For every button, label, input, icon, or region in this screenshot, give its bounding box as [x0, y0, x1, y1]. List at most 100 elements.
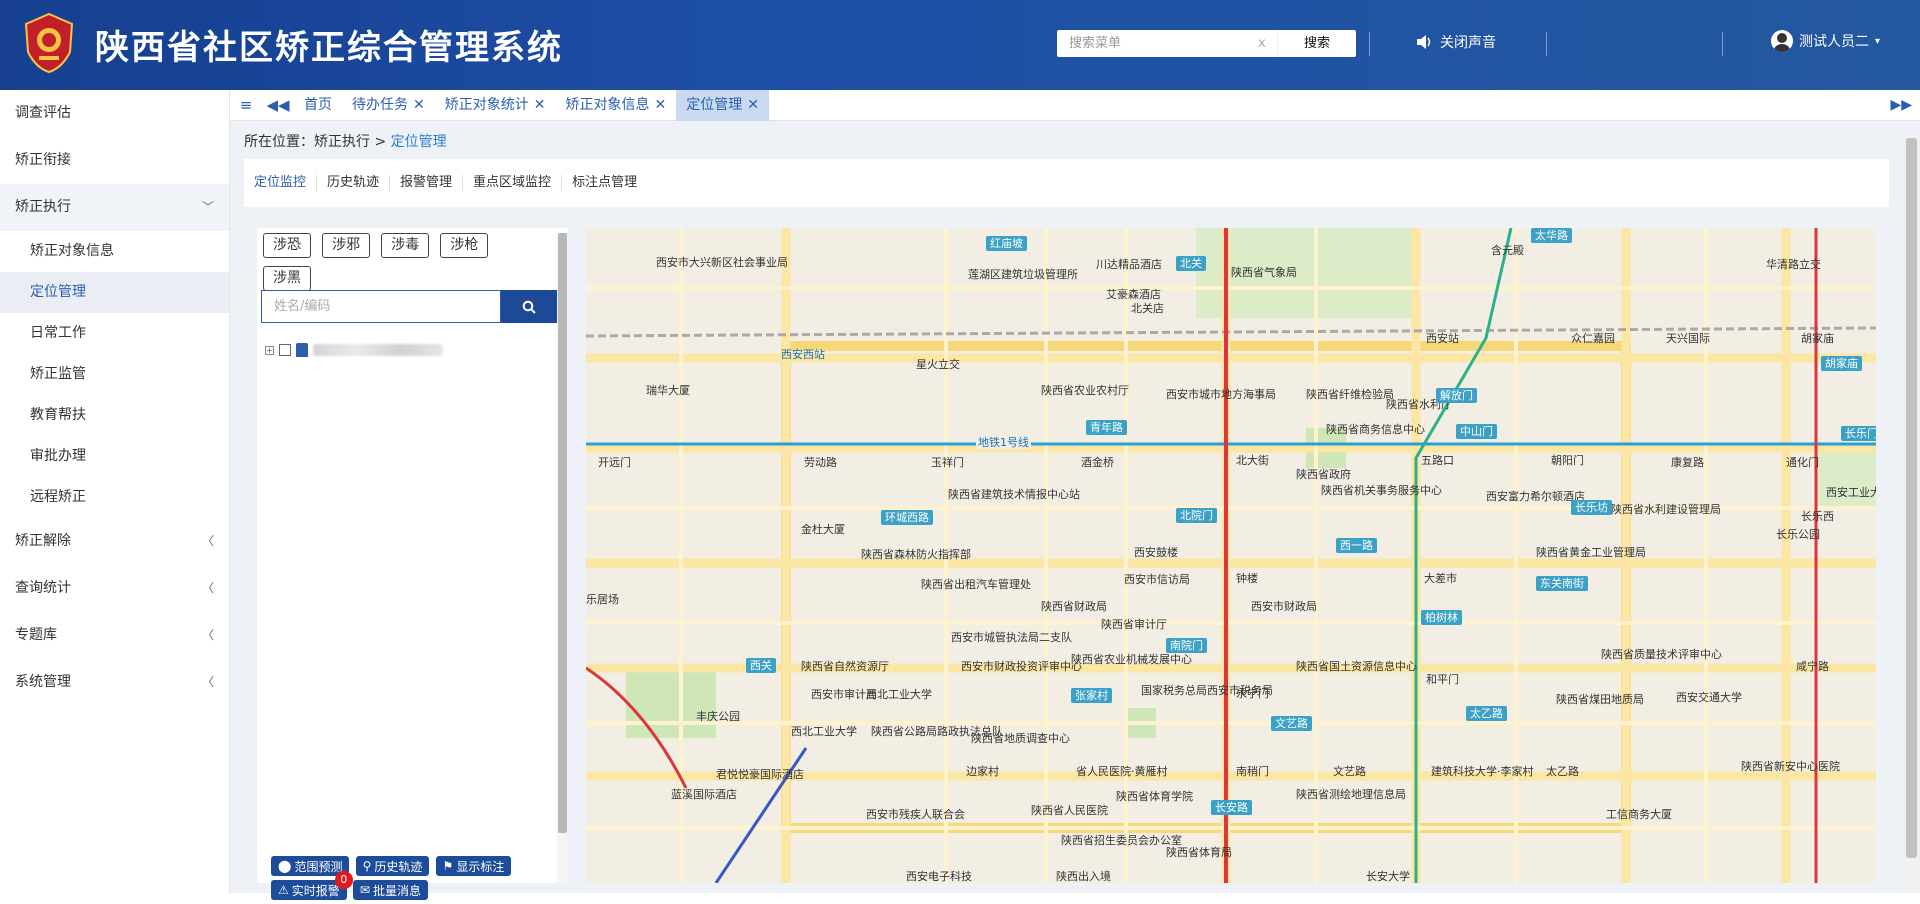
history-track-button[interactable]: ⚲ 历史轨迹: [355, 856, 430, 876]
national-emblem-icon: [24, 12, 74, 74]
filter-cult-button[interactable]: 涉邪: [322, 233, 371, 258]
sidebar-item-label: 系统管理: [15, 674, 71, 690]
scrollbar-thumb[interactable]: [1906, 138, 1917, 858]
map-place: 康复路: [1671, 456, 1704, 469]
subject-panel: 涉恐 涉邪 涉毒 涉枪 涉黑 + ⬤范围预测 ⚲历史轨迹 ⚑显示标注: [257, 228, 568, 900]
map-canvas[interactable]: [586, 228, 1876, 883]
map-road-label: 文艺路: [1271, 716, 1312, 731]
realtime-alarm-button[interactable]: ⚠ 实时报警 0: [271, 871, 353, 900]
tab-home[interactable]: 首页: [294, 90, 342, 121]
sidebar-sub-location[interactable]: 定位管理: [0, 272, 229, 313]
sidebar-sub-education[interactable]: 教育帮扶: [0, 395, 229, 436]
sound-label: 关闭声音: [1440, 35, 1496, 51]
tabs-scroll-right-icon[interactable]: ▶▶: [1890, 90, 1912, 121]
map-place: 陕西省体育学院: [1116, 790, 1193, 803]
map-place: 陕西省自然资源厅: [801, 660, 889, 673]
scrollbar-thumb[interactable]: [558, 233, 567, 833]
map-place: 陕西省黄金工业管理局: [1536, 546, 1646, 559]
map-road-label: 胡家庙: [1821, 356, 1862, 371]
tab-label: 首页: [304, 96, 332, 113]
sidebar: 调查评估 矫正衔接 矫正执行 ﹀ 矫正对象信息 定位管理 日常工作 矫正监管 教育…: [0, 90, 230, 893]
map-place: 工信商务大厦: [1606, 808, 1672, 821]
subnav-alarm-management[interactable]: 报警管理: [390, 175, 464, 191]
map-place: 西安电子科技: [906, 870, 972, 883]
breadcrumb-current: 定位管理: [390, 134, 447, 150]
search-button[interactable]: 搜索: [1277, 30, 1356, 57]
batch-message-button[interactable]: ✉ 批量消息: [352, 880, 428, 900]
sidebar-sub-approval[interactable]: 审批办理: [0, 436, 229, 477]
tab-subject-stats[interactable]: 矫正对象统计 ✕: [435, 90, 556, 121]
show-markers-button[interactable]: ⚑ 显示标注: [435, 856, 512, 876]
location-map[interactable]: 西安市大兴新区社会事业局 莲湖区建筑垃圾管理所 川达精品酒店 艾豪森酒店 北关店…: [586, 228, 1876, 883]
subject-search-input[interactable]: [261, 290, 501, 323]
subnav-history-track[interactable]: 历史轨迹: [317, 175, 391, 191]
tree-node-label-redacted[interactable]: [313, 344, 443, 356]
map-place: 咸宁路: [1796, 660, 1829, 673]
map-place: 西安市城管执法局二支队: [951, 631, 1072, 644]
sidebar-item-release[interactable]: 矫正解除 〈: [0, 518, 229, 565]
filter-drug-button[interactable]: 涉毒: [381, 233, 430, 258]
message-icon: ✉: [359, 883, 370, 897]
panel-scrollbar[interactable]: [557, 233, 568, 883]
map-place: 大差市: [1424, 572, 1457, 585]
clear-search-button[interactable]: x: [1247, 36, 1277, 51]
map-place: 华清路立交: [1766, 258, 1821, 271]
close-icon[interactable]: ✕: [747, 90, 759, 121]
sidebar-item-handover[interactable]: 矫正衔接: [0, 137, 229, 184]
organization-icon: [296, 343, 308, 357]
map-place: 陕西省人民医院: [1031, 804, 1108, 817]
map-road-label: 青年路: [1086, 420, 1127, 435]
map-place: 西安鼓楼: [1134, 546, 1178, 559]
map-place: 天兴国际: [1666, 332, 1710, 345]
menu-search-input[interactable]: [1057, 31, 1247, 56]
sidebar-item-execution[interactable]: 矫正执行 ﹀: [0, 184, 229, 231]
map-place: 陕西省农业机械发展中心: [1071, 653, 1192, 666]
map-place: 南稍门: [1236, 765, 1269, 778]
chevron-left-icon: 〈: [201, 581, 214, 595]
sidebar-item-system[interactable]: 系统管理 〈: [0, 659, 229, 706]
tab-location[interactable]: 定位管理 ✕: [676, 89, 769, 121]
filter-gang-button[interactable]: 涉黑: [263, 266, 311, 291]
subject-search-button[interactable]: [501, 290, 557, 323]
tree-checkbox[interactable]: [279, 344, 291, 356]
user-menu[interactable]: 测试人员二 ▾: [1771, 30, 1880, 52]
sidebar-item-label: 矫正执行: [15, 199, 71, 215]
flag-icon: ⚑: [442, 859, 454, 873]
filter-terror-button[interactable]: 涉恐: [263, 233, 311, 258]
close-icon[interactable]: ✕: [654, 90, 666, 121]
breadcrumb: 所在位置：矫正执行 > 定位管理: [244, 131, 447, 151]
toggle-sound-button[interactable]: 关闭声音: [1416, 32, 1496, 52]
tab-todo[interactable]: 待办任务 ✕: [342, 90, 435, 121]
map-place: 陕西省财政局: [1041, 600, 1107, 613]
breadcrumb-separator: >: [374, 134, 387, 150]
map-place: 陕西省审计厅: [1101, 618, 1167, 631]
sidebar-sub-subject-info[interactable]: 矫正对象信息: [0, 231, 229, 272]
map-place: 建筑科技大学·李家村: [1431, 765, 1534, 778]
alarm-count-badge: 0: [334, 871, 353, 889]
close-icon[interactable]: ✕: [534, 90, 546, 121]
filter-gun-button[interactable]: 涉枪: [440, 233, 489, 258]
sidebar-sub-daily-work[interactable]: 日常工作: [0, 313, 229, 354]
tab-label: 矫正对象统计: [444, 96, 529, 113]
close-icon[interactable]: ✕: [413, 90, 425, 121]
sidebar-sub-remote[interactable]: 远程矫正: [0, 477, 229, 518]
map-place: 西安市财政局: [1251, 600, 1317, 613]
menu-toggle-icon[interactable]: ≡: [230, 96, 262, 114]
sidebar-item-topic-library[interactable]: 专题库 〈: [0, 612, 229, 659]
tab-subject-info[interactable]: 矫正对象信息 ✕: [555, 90, 676, 121]
subnav-key-area-monitor[interactable]: 重点区域监控: [463, 175, 563, 191]
sidebar-item-survey[interactable]: 调查评估: [0, 90, 229, 137]
subnav-marker-management[interactable]: 标注点管理: [562, 175, 647, 191]
subnav-location-monitor[interactable]: 定位监控: [244, 175, 318, 191]
sidebar-item-statistics[interactable]: 查询统计 〈: [0, 565, 229, 612]
alarm-icon: ⚠: [278, 883, 289, 897]
tabs-scroll-left-icon[interactable]: ◀◀: [262, 96, 294, 114]
map-road-label: 长乐坊: [1571, 500, 1612, 515]
sidebar-item-label: 调查评估: [15, 105, 71, 121]
tree-expand-icon[interactable]: +: [265, 345, 274, 355]
button-label: 批量消息: [372, 883, 421, 898]
map-place: 西北工业大学: [791, 725, 857, 738]
main-content: 所在位置：矫正执行 > 定位管理 定位监控 历史轨迹 报警管理 重点区域监控 标…: [230, 121, 1920, 900]
sidebar-sub-supervision[interactable]: 矫正监管: [0, 354, 229, 395]
page-scrollbar[interactable]: [1903, 136, 1920, 893]
